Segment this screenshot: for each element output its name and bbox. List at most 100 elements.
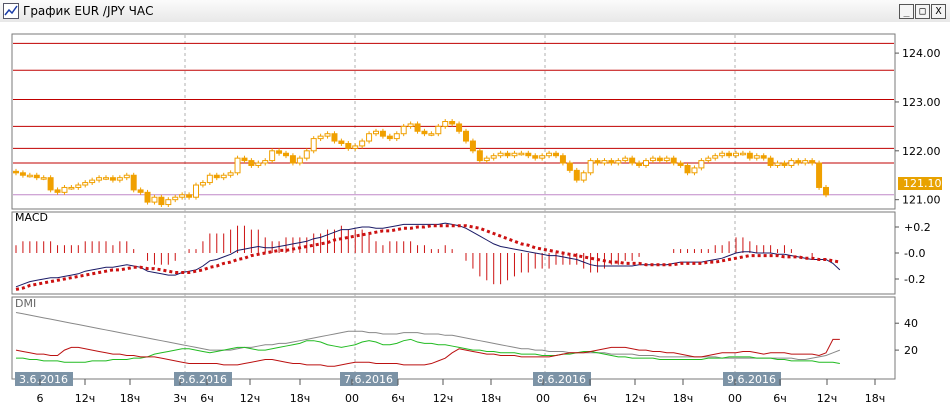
dmi-label: DMI bbox=[15, 297, 36, 310]
hour-label: 6ч bbox=[200, 392, 214, 405]
candle bbox=[116, 177, 123, 181]
candle bbox=[767, 157, 774, 166]
current-price-value: 121.10 bbox=[903, 177, 942, 190]
candle bbox=[580, 172, 587, 181]
date-tag-label: 3.6.2016 bbox=[19, 373, 68, 386]
candle bbox=[255, 162, 262, 166]
candle bbox=[566, 162, 573, 171]
chart-canvas[interactable]: 124.00 123.00 122.00 121.00 +0.2 -0.0 -0.2 40 20… bbox=[0, 22, 950, 410]
hour-label: 00 bbox=[728, 392, 742, 405]
dmi-y-label: 40 bbox=[904, 317, 918, 330]
candle bbox=[213, 174, 220, 179]
y-axes: 124.00 123.00 122.00 121.00 +0.2 -0.0 -0.2 40 20 bbox=[895, 47, 941, 357]
hour-label: 6 bbox=[37, 392, 44, 405]
candle bbox=[19, 172, 26, 176]
candle bbox=[594, 160, 601, 164]
candle bbox=[483, 157, 490, 162]
chart-area[interactable]: 124.00 123.00 122.00 121.00 +0.2 -0.0 -0.2 40 20… bbox=[0, 22, 950, 410]
minimize-button[interactable]: _ bbox=[899, 4, 914, 19]
date-tag-label: 7.6.2016 bbox=[344, 373, 393, 386]
candle bbox=[677, 162, 684, 166]
macd-label: MACD bbox=[15, 211, 48, 224]
candle bbox=[428, 133, 435, 136]
candle bbox=[386, 135, 393, 140]
candle bbox=[137, 189, 144, 193]
candle bbox=[656, 157, 663, 162]
candle bbox=[248, 160, 255, 166]
candle bbox=[518, 152, 525, 156]
candle bbox=[733, 152, 739, 157]
close-button[interactable]: X bbox=[931, 4, 946, 19]
candle bbox=[317, 135, 324, 140]
price-y-label: 123.00 bbox=[902, 96, 941, 109]
hour-label: 6ч bbox=[391, 392, 405, 405]
candle bbox=[359, 140, 366, 147]
price-y-label: 121.00 bbox=[902, 194, 941, 207]
candle bbox=[130, 174, 137, 191]
date-tag-label: 6.6.2016 bbox=[178, 373, 227, 386]
candle bbox=[68, 186, 75, 190]
candle bbox=[220, 174, 227, 179]
candle bbox=[802, 160, 809, 164]
candle bbox=[511, 152, 518, 157]
candle bbox=[33, 174, 40, 179]
candle bbox=[622, 157, 629, 162]
hour-label: 18ч bbox=[865, 392, 886, 405]
macd-y-label: +0.2 bbox=[904, 221, 931, 234]
candle bbox=[525, 152, 532, 157]
candle bbox=[691, 167, 698, 174]
candle bbox=[345, 142, 352, 149]
candle bbox=[636, 162, 643, 166]
candle bbox=[241, 157, 248, 162]
macd-y-label: -0.2 bbox=[904, 273, 925, 286]
candle bbox=[179, 194, 186, 198]
candle bbox=[497, 152, 504, 157]
candle bbox=[421, 130, 428, 135]
candle bbox=[746, 152, 753, 159]
candle bbox=[199, 182, 206, 186]
candle bbox=[573, 169, 580, 181]
hour-label: 12ч bbox=[433, 392, 454, 405]
candle bbox=[781, 162, 788, 166]
candle bbox=[739, 152, 746, 156]
price-y-label: 124.00 bbox=[902, 47, 941, 60]
candle bbox=[324, 133, 331, 137]
chart-app-icon bbox=[3, 3, 19, 19]
window-titlebar: График EUR /JPY ЧАС _ □ X bbox=[0, 0, 950, 23]
candle bbox=[490, 155, 497, 159]
candle bbox=[823, 186, 829, 196]
candle bbox=[13, 170, 19, 174]
candle bbox=[331, 133, 338, 142]
candle bbox=[296, 157, 303, 164]
candle bbox=[158, 196, 165, 206]
candle bbox=[608, 160, 615, 164]
candle bbox=[47, 177, 54, 191]
candle bbox=[753, 155, 760, 159]
candle bbox=[788, 160, 795, 166]
candle bbox=[206, 174, 213, 184]
candle bbox=[338, 140, 345, 144]
candle bbox=[61, 186, 68, 193]
dmi-panel[interactable] bbox=[11, 296, 896, 380]
candle bbox=[165, 199, 172, 206]
candle bbox=[809, 160, 816, 164]
candle bbox=[123, 174, 130, 179]
candle bbox=[795, 160, 802, 164]
candle bbox=[283, 152, 289, 157]
maximize-button[interactable]: □ bbox=[915, 4, 930, 19]
candle bbox=[414, 123, 421, 132]
candle bbox=[227, 172, 234, 176]
candle bbox=[276, 150, 283, 154]
candle bbox=[40, 177, 47, 180]
candle bbox=[151, 196, 158, 203]
hour-label: 18ч bbox=[290, 392, 311, 405]
hour-label: 12ч bbox=[817, 392, 838, 405]
candle bbox=[719, 152, 726, 157]
candle bbox=[393, 133, 400, 140]
candle bbox=[75, 184, 82, 188]
candle bbox=[629, 157, 636, 164]
hour-label: 18ч bbox=[481, 392, 502, 405]
candle bbox=[172, 196, 179, 201]
candle bbox=[373, 130, 379, 135]
candle bbox=[366, 133, 373, 142]
